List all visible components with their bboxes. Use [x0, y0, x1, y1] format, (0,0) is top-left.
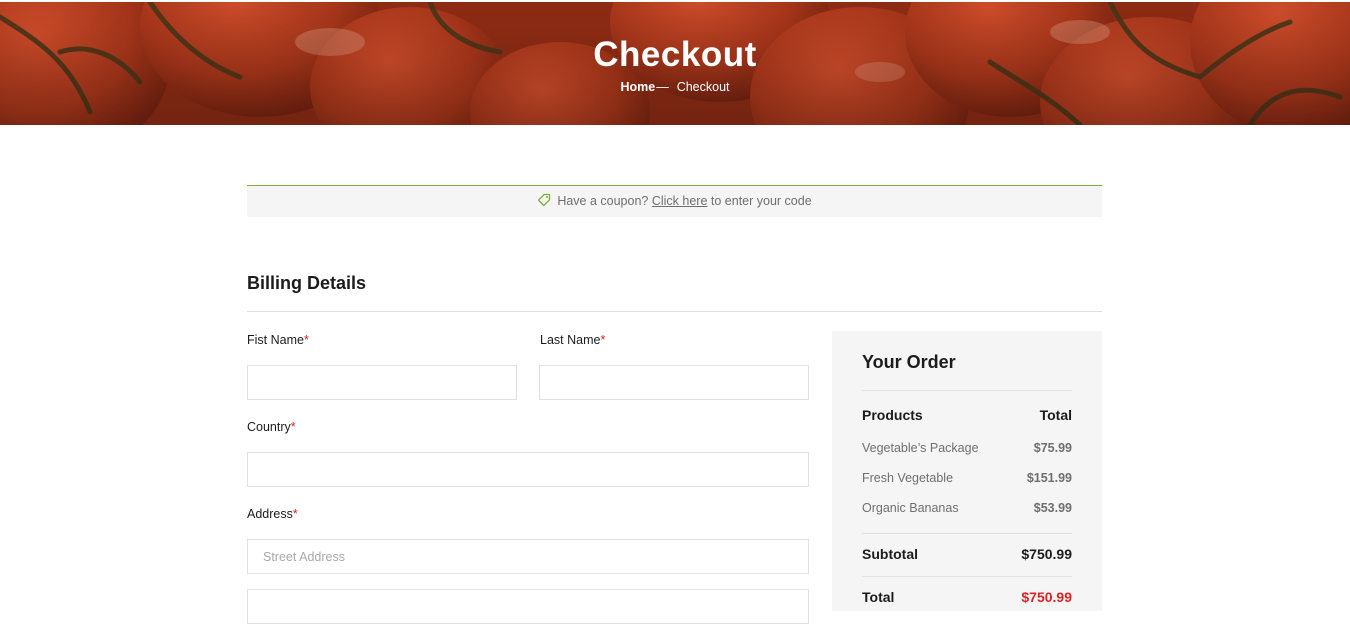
required-marker: *: [600, 333, 606, 347]
billing-details-heading: Billing Details: [247, 273, 367, 293]
page-title: Checkout: [593, 35, 757, 74]
total-column-header: Total: [1039, 407, 1072, 423]
coupon-suffix-text: to enter your code: [710, 194, 812, 208]
breadcrumb-current: Checkout: [676, 80, 730, 94]
order-item-name: Vegetable’s Package: [862, 441, 979, 455]
coupon-prefix-text: Have a coupon?: [557, 194, 649, 208]
order-divider: [862, 390, 1072, 391]
required-marker: *: [303, 333, 309, 347]
order-divider: [862, 533, 1072, 534]
address-label: Address*: [247, 507, 298, 521]
breadcrumb: Home— Checkout: [0, 79, 1350, 95]
order-item-price: $75.99: [1033, 441, 1072, 455]
last-name-field[interactable]: [539, 365, 809, 400]
order-item-price: $53.99: [1033, 501, 1072, 515]
breadcrumb-home-link[interactable]: Home: [620, 80, 655, 94]
subtotal-value: $750.99: [1021, 546, 1072, 562]
address-label-text: Address: [247, 507, 293, 521]
first-name-label-text: Fist Name: [247, 333, 304, 347]
subtotal-label: Subtotal: [862, 546, 918, 562]
country-field[interactable]: [247, 452, 809, 487]
coupon-click-here-link[interactable]: Click here: [652, 194, 708, 208]
order-item-price: $151.99: [1026, 471, 1072, 485]
last-name-label-text: Last Name: [540, 333, 601, 347]
address-line-2-field[interactable]: [247, 589, 809, 624]
products-column-header: Products: [862, 407, 923, 423]
billing-divider: [247, 311, 1102, 312]
first-name-field[interactable]: [247, 365, 517, 400]
total-value: $750.99: [1021, 589, 1072, 605]
street-address-field[interactable]: [247, 539, 809, 574]
first-name-label: Fist Name*: [247, 333, 309, 347]
order-item-name: Fresh Vegetable: [862, 471, 954, 485]
country-label-text: Country: [247, 420, 291, 434]
order-item-name: Organic Bananas: [862, 501, 959, 515]
order-divider: [862, 576, 1072, 577]
total-label: Total: [862, 589, 895, 605]
coupon-notice: Have a coupon? Click here to enter your …: [247, 185, 1102, 217]
required-marker: *: [290, 420, 296, 434]
tag-icon: [538, 194, 551, 207]
your-order-heading: Your Order: [862, 352, 956, 372]
required-marker: *: [292, 507, 298, 521]
breadcrumb-separator: —: [656, 80, 669, 94]
checkout-hero-banner: Checkout Home— Checkout: [0, 2, 1350, 125]
order-summary-panel: Your Order Products Total Vegetable’s Pa…: [832, 331, 1102, 611]
last-name-label: Last Name*: [540, 333, 605, 347]
country-label: Country*: [247, 420, 296, 434]
